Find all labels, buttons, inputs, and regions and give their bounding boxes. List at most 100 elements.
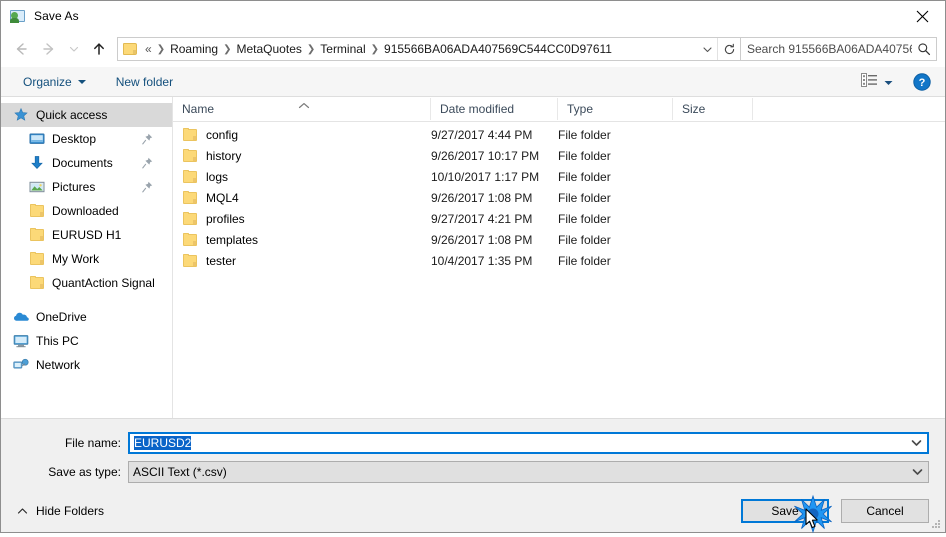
network-icon [13, 357, 29, 373]
new-folder-button[interactable]: New folder [108, 72, 181, 92]
folder-icon [182, 127, 198, 143]
new-folder-label: New folder [115, 74, 174, 89]
file-type-cell: File folder [558, 169, 611, 184]
close-icon[interactable] [899, 1, 945, 31]
refresh-icon[interactable] [717, 38, 740, 60]
organize-button[interactable]: Organize [15, 72, 94, 92]
file-type-label: Save as type: [48, 465, 121, 479]
sidebar-item-my-work[interactable]: My Work [1, 247, 172, 271]
help-icon[interactable]: ? [913, 72, 931, 91]
sidebar-item-label: EURUSD H1 [52, 228, 122, 242]
forward-arrow-icon[interactable] [35, 35, 63, 63]
save-as-dialog: Save As « ❯ Roaming ❯ MetaQuotes ❯ Termi… [0, 0, 946, 534]
sidebar-item-label: QuantAction Signal [52, 276, 155, 290]
table-row[interactable]: tester 10/4/2017 1:35 PM File folder [173, 250, 945, 271]
table-row[interactable]: logs 10/10/2017 1:17 PM File folder [173, 166, 945, 187]
view-mode-icon [861, 73, 877, 90]
column-header-date-modified[interactable]: Date modified [431, 98, 558, 120]
sidebar-item-eurusd-h1[interactable]: EURUSD H1 [1, 223, 172, 247]
breadcrumb-item-2[interactable]: MetaQuotes [234, 41, 305, 57]
pictures-icon [29, 179, 45, 195]
file-name-value: EURUSD2 [130, 436, 905, 450]
breadcrumb-item-4[interactable]: 915566BA06ADA407569C544CC0D97611 [381, 41, 615, 57]
file-name-cell: config [173, 127, 431, 143]
file-name-input[interactable]: EURUSD2 [128, 432, 929, 454]
table-row[interactable]: config 9/27/2017 4:44 PM File folder [173, 124, 945, 145]
table-row[interactable]: templates 9/26/2017 1:08 PM File folder [173, 229, 945, 250]
table-row[interactable]: MQL4 9/26/2017 1:08 PM File folder [173, 187, 945, 208]
file-type-value: ASCII Text (*.csv) [133, 465, 227, 479]
sidebar-item-documents[interactable]: Documents [1, 151, 172, 175]
svg-text:?: ? [919, 77, 926, 89]
file-name-text: logs [206, 169, 229, 184]
file-name-text: MQL4 [206, 190, 239, 205]
sidebar-item-label: OneDrive [36, 310, 87, 324]
sidebar-item-network[interactable]: Network [1, 353, 172, 377]
file-name-text: config [206, 127, 239, 142]
folder-icon [182, 148, 198, 164]
file-name-cell: MQL4 [173, 190, 431, 206]
folder-icon [182, 253, 198, 269]
pin-icon[interactable] [142, 157, 153, 169]
sidebar-item-label: Pictures [52, 180, 96, 194]
file-date-cell: 9/27/2017 4:44 PM [431, 127, 533, 142]
save-form: File name: EURUSD2 Save as type: ASCII T… [1, 418, 945, 490]
address-dropdown-chevron-icon[interactable] [697, 38, 717, 60]
breadcrumb-item-1[interactable]: Roaming [167, 41, 221, 57]
file-name-text: templates [206, 232, 259, 247]
pin-icon[interactable] [142, 181, 153, 193]
sidebar-item-quantaction-signal[interactable]: QuantAction Signal [1, 271, 172, 295]
chevron-down-icon[interactable] [905, 439, 927, 447]
chevron-down-icon [77, 79, 86, 84]
file-name-text: profiles [206, 211, 245, 226]
hide-folders-button[interactable]: Hide Folders [11, 504, 104, 518]
column-header-size[interactable]: Size [673, 98, 753, 120]
address-bar[interactable]: « ❯ Roaming ❯ MetaQuotes ❯ Terminal ❯ 91… [117, 37, 741, 61]
back-arrow-icon[interactable] [7, 35, 35, 63]
column-header-type[interactable]: Type [558, 98, 673, 120]
column-headers: Name Date modified Type Size [173, 97, 945, 122]
sidebar-item-label: Documents [52, 156, 113, 170]
up-arrow-icon[interactable] [85, 35, 113, 63]
view-mode-button[interactable] [855, 70, 899, 93]
dialog-footer: Hide Folders Save Cancel [1, 490, 945, 534]
file-type-select[interactable]: ASCII Text (*.csv) [128, 461, 929, 483]
sidebar-item-this-pc[interactable]: This PC [1, 329, 172, 353]
hide-folders-label: Hide Folders [36, 504, 105, 518]
file-name-cell: logs [173, 169, 431, 185]
save-button[interactable]: Save [741, 494, 832, 534]
search-placeholder: Search 915566BA06ADA40756... [747, 42, 912, 56]
resize-grip[interactable] [930, 518, 942, 530]
sidebar-item-onedrive[interactable]: OneDrive [1, 305, 172, 329]
toolbar: Organize New folder ? [1, 67, 945, 97]
recent-locations-chevron-icon[interactable] [63, 35, 85, 63]
sidebar-item-downloaded[interactable]: Downloaded [1, 199, 172, 223]
folder-icon [182, 211, 198, 227]
breadcrumb-item-3[interactable]: Terminal [317, 41, 368, 57]
folder-icon [29, 227, 45, 243]
file-type-cell: File folder [558, 148, 611, 163]
sidebar-item-pictures[interactable]: Pictures [1, 175, 172, 199]
breadcrumb-item-0[interactable]: « [144, 41, 155, 57]
chevron-down-icon[interactable] [906, 468, 928, 476]
file-name-cell: history [173, 148, 431, 164]
title-bar: Save As [1, 1, 945, 31]
cancel-button[interactable]: Cancel [841, 499, 929, 523]
navigation-sidebar: Quick access Desktop Documents Pictures … [1, 97, 173, 418]
file-type-row: Save as type: ASCII Text (*.csv) [1, 461, 945, 483]
breadcrumb: « ❯ Roaming ❯ MetaQuotes ❯ Terminal ❯ 91… [144, 41, 697, 57]
search-icon [912, 42, 936, 56]
sidebar-item-label: Network [36, 358, 81, 372]
search-input[interactable]: Search 915566BA06ADA40756... [741, 37, 937, 61]
sidebar-item-quick-access[interactable]: Quick access [1, 103, 172, 127]
view-mode-caret-icon [884, 75, 893, 89]
pin-icon[interactable] [142, 133, 153, 145]
file-date-cell: 9/26/2017 10:17 PM [431, 148, 540, 163]
table-row[interactable]: history 9/26/2017 10:17 PM File folder [173, 145, 945, 166]
folder-icon [123, 42, 139, 56]
save-label: Save [771, 504, 799, 518]
sidebar-item-label: Quick access [36, 108, 108, 122]
table-row[interactable]: profiles 9/27/2017 4:21 PM File folder [173, 208, 945, 229]
sidebar-item-desktop[interactable]: Desktop [1, 127, 172, 151]
